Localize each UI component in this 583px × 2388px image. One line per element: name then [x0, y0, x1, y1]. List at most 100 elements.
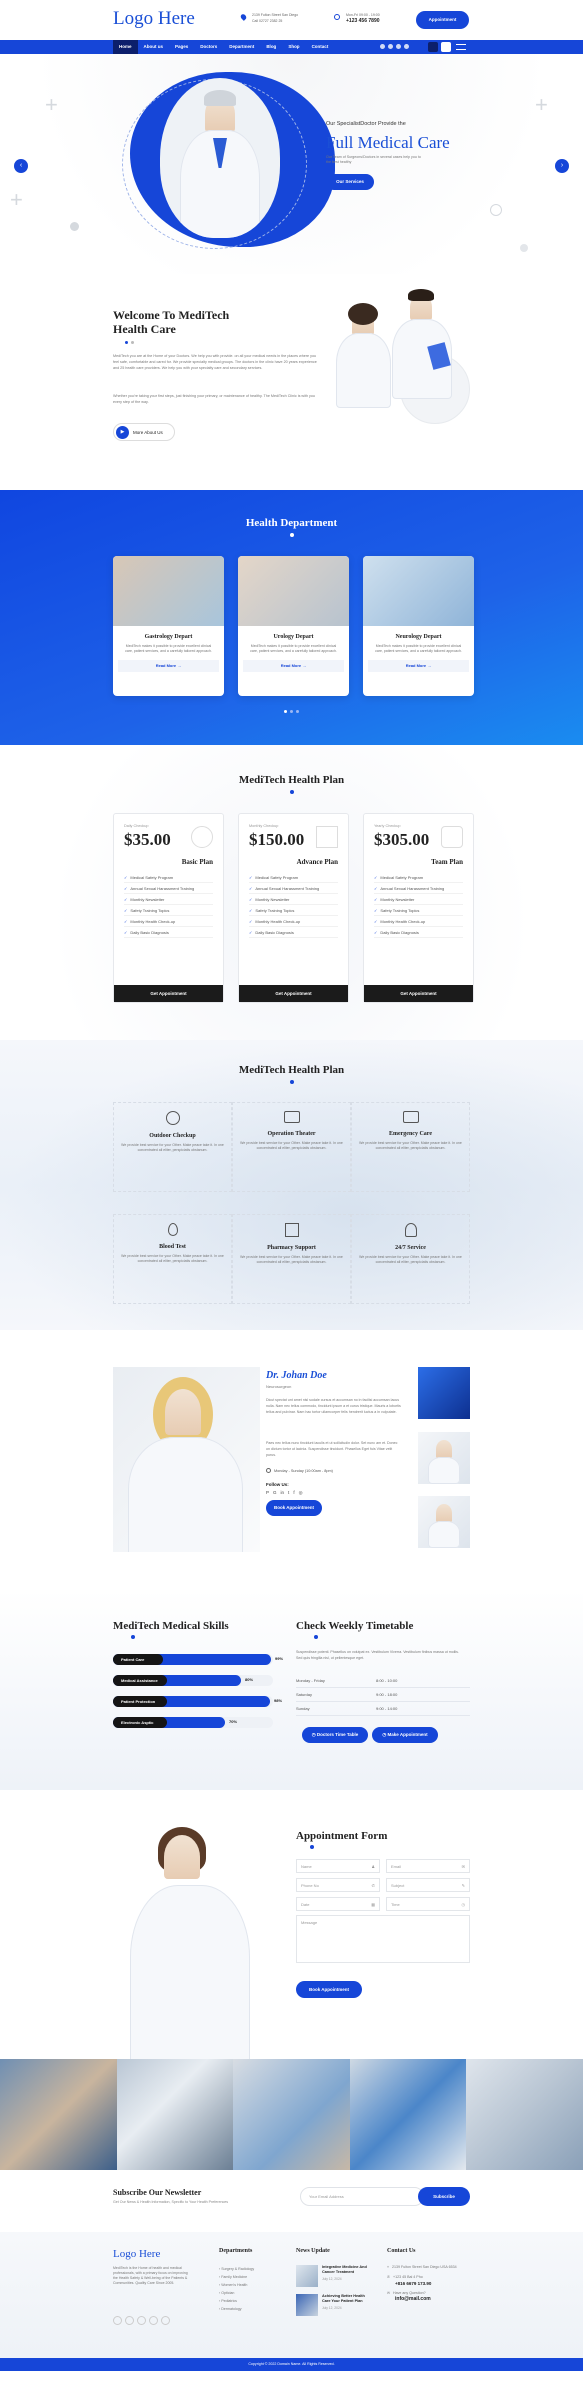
services-title: MediTech Health Plan: [238, 1064, 345, 1076]
instagram-icon[interactable]: [404, 44, 409, 49]
skills-bars: Patient Care 99% Medical Assistance 80% …: [113, 1654, 293, 1738]
plan-feature: Daily Basic Diagnosis: [124, 927, 213, 938]
skill-label: Medical Assistance: [113, 1675, 167, 1686]
nav-shop[interactable]: Shop: [282, 40, 305, 54]
footer-department-link[interactable]: › Pediatrics: [219, 2297, 254, 2305]
footer-department-link[interactable]: › Optician: [219, 2289, 254, 2297]
service-item[interactable]: Emergency Care We provide best service f…: [351, 1102, 470, 1192]
plan-feature: Daily Basic Diagnosis: [374, 927, 463, 938]
facebook-icon[interactable]: [380, 44, 385, 49]
more-about-us-link[interactable]: ▶ More About Us: [113, 423, 175, 441]
gallery-image[interactable]: [233, 2059, 350, 2170]
service-text: We provide best service for your Other. …: [359, 1141, 462, 1150]
service-item[interactable]: 24/7 Service We provide best service for…: [351, 1214, 470, 1304]
nav-blog[interactable]: Blog: [260, 40, 282, 54]
get-appointment-button[interactable]: Get Appointment: [239, 985, 348, 1002]
pinterest-icon[interactable]: P: [266, 1490, 269, 1496]
phone-input[interactable]: Phone No ✆: [296, 1878, 380, 1892]
twitter-icon[interactable]: [388, 44, 393, 49]
news-item[interactable]: Integrative Medicine And Cancer Treatmen…: [296, 2265, 372, 2287]
our-services-button[interactable]: Our Services: [326, 174, 374, 190]
doctor-name: Dr. Johan Doe: [266, 1370, 327, 1381]
gallery-image[interactable]: [0, 2059, 117, 2170]
department-card[interactable]: Neurology Depart MediTech makes it possi…: [363, 556, 474, 696]
skill-value: 80%: [245, 1677, 254, 1682]
team-thumbnail[interactable]: [418, 1496, 470, 1548]
time-input[interactable]: Time ◷: [386, 1897, 470, 1911]
slider-next-button[interactable]: ›: [555, 159, 569, 173]
gallery-image[interactable]: [117, 2059, 233, 2170]
team-thumbnail[interactable]: [418, 1367, 470, 1419]
twitter-icon[interactable]: [125, 2316, 134, 2325]
nav-home[interactable]: Home: [113, 40, 138, 54]
slider-prev-button[interactable]: ‹: [14, 159, 28, 173]
get-appointment-button[interactable]: Get Appointment: [114, 985, 223, 1002]
name-input[interactable]: Name ♟: [296, 1859, 380, 1873]
email-input[interactable]: Email ✉: [386, 1859, 470, 1873]
hero-section: ‹ › Our SpecialistDoctor Provide the Ful…: [0, 54, 583, 274]
site-logo[interactable]: Logo Here: [113, 8, 195, 30]
date-input[interactable]: Date ▦: [296, 1897, 380, 1911]
news-item[interactable]: Achieving Better Health Care Your Patien…: [296, 2294, 372, 2316]
footer-department-link[interactable]: › Women's Health: [219, 2281, 254, 2289]
read-more-link[interactable]: Read More →: [243, 660, 344, 672]
hero-text: Our Team of Surgeons/Doctors in several …: [326, 155, 421, 164]
pricing-section: MediTech Health Plan Daily Checkup $35.0…: [0, 745, 583, 1040]
footer-department-link[interactable]: › Family Medicine: [219, 2273, 254, 2281]
read-more-link[interactable]: Read More →: [368, 660, 469, 672]
message-textarea[interactable]: Message: [296, 1915, 470, 1963]
department-card[interactable]: Gastrology Depart MediTech makes it poss…: [113, 556, 224, 696]
cart-icon[interactable]: [441, 42, 451, 52]
search-icon[interactable]: [428, 42, 438, 52]
menu-icon[interactable]: [456, 44, 466, 50]
service-item[interactable]: Pharmacy Support We provide best service…: [232, 1214, 351, 1304]
carousel-dots[interactable]: [284, 710, 299, 713]
subject-input[interactable]: Subject ✎: [386, 1878, 470, 1892]
book-appointment-button[interactable]: Book Appointment: [266, 1500, 322, 1516]
nav-doctors[interactable]: Doctors: [194, 40, 223, 54]
doctor-profile-section: Dr. Johan Doe Neurosurgeon Dicut spectat…: [0, 1330, 583, 1590]
read-more-link[interactable]: Read More →: [118, 660, 219, 672]
footer-department-link[interactable]: › Surgery & Radiology: [219, 2265, 254, 2273]
newsletter-email-input[interactable]: Your Email Address: [300, 2187, 424, 2206]
appointment-button[interactable]: Appointment: [416, 11, 469, 29]
gallery-image[interactable]: [350, 2059, 466, 2170]
footer-logo[interactable]: Logo Here: [113, 2248, 160, 2260]
service-title: Operation Theater: [267, 1131, 316, 1137]
google-icon[interactable]: G: [273, 1490, 277, 1496]
service-item[interactable]: Blood Test We provide best service for y…: [113, 1214, 232, 1304]
nav-department[interactable]: Department: [223, 40, 260, 54]
footer-email[interactable]: info@mail.com: [395, 2297, 472, 2302]
department-card[interactable]: Urology Depart MediTech makes it possibl…: [238, 556, 349, 696]
youtube-icon[interactable]: [161, 2316, 170, 2325]
linkedin-icon[interactable]: in: [281, 1490, 285, 1496]
instagram-icon[interactable]: [149, 2316, 158, 2325]
footer-department-link[interactable]: › Dermatology: [219, 2305, 254, 2313]
service-title: Pharmacy Support: [267, 1245, 316, 1251]
facebook-icon[interactable]: f: [293, 1490, 294, 1496]
book-appointment-submit[interactable]: Book Appointment: [296, 1981, 362, 1998]
make-appointment-button[interactable]: ◷ Make Appointment: [372, 1727, 438, 1743]
share-icon[interactable]: ◎: [299, 1490, 303, 1496]
subscribe-button[interactable]: Subscribe: [418, 2187, 470, 2206]
linkedin-icon[interactable]: [137, 2316, 146, 2325]
get-appointment-button[interactable]: Get Appointment: [364, 985, 473, 1002]
nav-pages[interactable]: Pages: [169, 40, 194, 54]
plan-feature: Annual Sexual Harassment Training: [124, 883, 213, 894]
service-item[interactable]: Outdoor Checkup We provide best service …: [113, 1102, 232, 1192]
linkedin-icon[interactable]: [396, 44, 401, 49]
nav-contact[interactable]: Contact: [306, 40, 335, 54]
service-item[interactable]: Operation Theater We provide best servic…: [232, 1102, 351, 1192]
gallery-image[interactable]: [466, 2059, 583, 2170]
footer-phone[interactable]: +816 6679 173.90: [395, 2281, 472, 2286]
twitter-icon[interactable]: t: [288, 1490, 289, 1496]
doctors-timetable-button[interactable]: ◷ Doctors Time Table: [302, 1727, 368, 1743]
skill-bar: Electronic Asptic 70%: [113, 1717, 273, 1728]
timetable-row: Monday - Friday 8:00 - 10:00: [296, 1674, 470, 1688]
nav-about[interactable]: About us: [138, 40, 170, 54]
skill-label: Electronic Asptic: [113, 1717, 167, 1728]
facebook-icon[interactable]: [113, 2316, 122, 2325]
team-thumbnail[interactable]: [418, 1432, 470, 1484]
plus-decoration-2: +: [10, 187, 23, 212]
department-cards: Gastrology Depart MediTech makes it poss…: [113, 556, 474, 696]
